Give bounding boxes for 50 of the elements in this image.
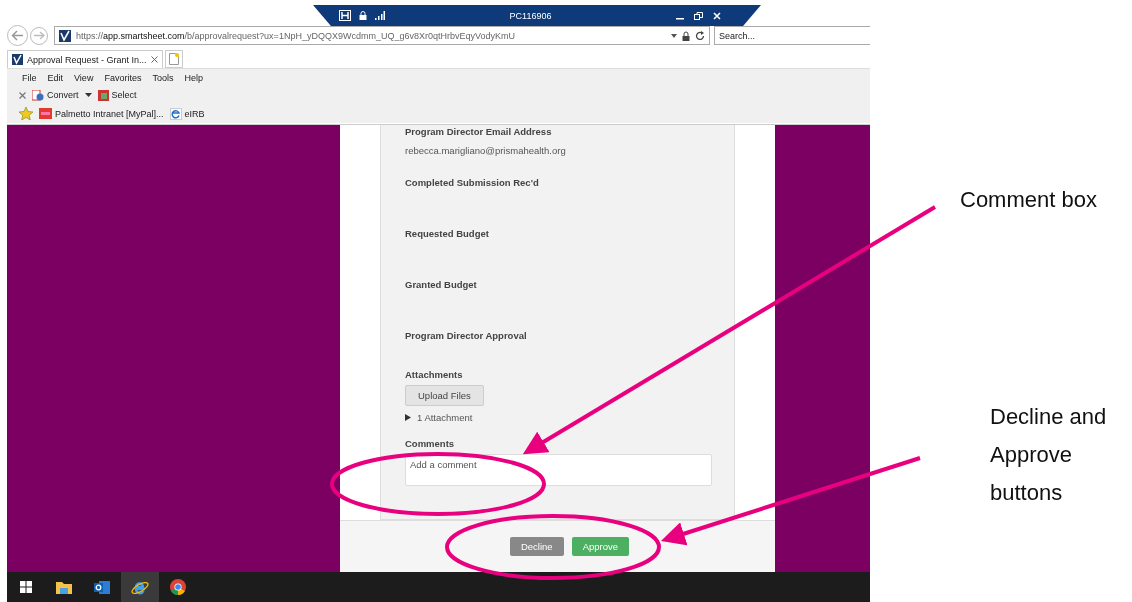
dropdown-icon[interactable] — [84, 93, 92, 97]
field-label: Program Director Approval — [405, 330, 527, 341]
menu-item[interactable]: Edit — [47, 72, 64, 83]
select-icon — [97, 89, 109, 101]
favorites-link[interactable]: eIRB — [169, 107, 205, 120]
browser-e-icon — [169, 107, 182, 120]
back-button[interactable] — [7, 25, 28, 46]
session-title: PC116906 — [508, 10, 553, 21]
menu-item[interactable]: File — [22, 72, 37, 83]
back-arrow-icon — [11, 30, 24, 41]
new-page-icon — [168, 53, 179, 65]
refresh-icon[interactable] — [695, 30, 705, 41]
decline-button[interactable]: Decline — [509, 537, 564, 556]
close-tab-icon[interactable] — [150, 56, 158, 63]
browser-tab[interactable]: Approval Request - Grant In... — [7, 50, 163, 68]
field-label: Attachments — [405, 369, 463, 380]
annotation-text: Comment box — [960, 186, 1097, 214]
lock-icon — [682, 30, 690, 41]
forward-arrow-icon — [33, 31, 45, 40]
favorites-star-icon[interactable] — [19, 107, 33, 120]
field-value: rebecca.marigliano@prismahealth.org — [405, 145, 567, 156]
checkmark-logo-icon — [59, 29, 71, 42]
dropdown-icon[interactable] — [671, 33, 677, 38]
lock-icon — [359, 11, 367, 20]
signal-icon — [375, 11, 385, 20]
field-label: Program Director Email Address — [405, 126, 552, 137]
checkmark-logo-icon — [12, 54, 23, 65]
field-label: Comments — [405, 438, 455, 449]
menu-item[interactable]: Favorites — [104, 72, 142, 83]
upload-files-button[interactable]: Upload Files — [405, 385, 484, 406]
windows-logo-icon — [20, 581, 32, 593]
search-field[interactable]: Search... — [714, 26, 870, 45]
restore-icon[interactable] — [694, 11, 703, 20]
site-icon — [39, 108, 52, 119]
favorites-link[interactable]: Palmetto Intranet [MyPal]... — [39, 108, 164, 119]
address-bar[interactable]: https://app.smartsheet.com/b/approvalrequest?ux=1NpH_yDQQX9Wcdmm_UQ_g6v8Xr0qtHrbvEqyVodyKmU — [54, 26, 710, 45]
convert-icon — [32, 89, 44, 101]
field-label: Granted Budget — [405, 279, 477, 290]
menu-item[interactable]: View — [74, 72, 94, 83]
attachment-toggle[interactable]: 1 Attachment — [405, 412, 473, 423]
field-label: Requested Budget — [405, 228, 489, 239]
browser-e-icon[interactable] — [121, 572, 159, 602]
menu-item[interactable]: Tools — [152, 72, 174, 83]
field-label: Completed Submission Rec'd — [405, 177, 539, 188]
annotation-text: Decline and Approve buttons — [990, 403, 1108, 507]
new-tab-button[interactable] — [164, 50, 183, 68]
menu-item[interactable]: Help — [184, 72, 203, 83]
toolbar-button[interactable]: Convert — [32, 89, 79, 101]
comment-field[interactable]: Add a comment — [405, 454, 712, 486]
toolbar-button[interactable]: Select — [97, 89, 137, 101]
